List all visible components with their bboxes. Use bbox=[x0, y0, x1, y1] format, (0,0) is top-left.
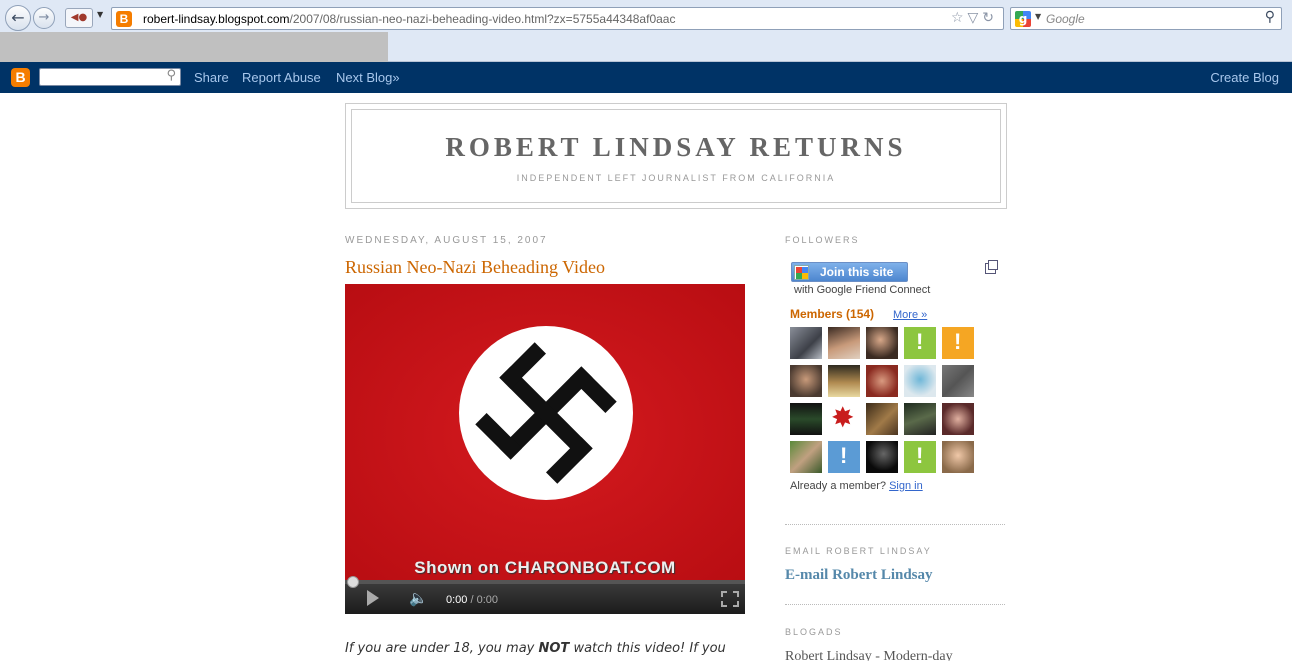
post-body: If you are under 18, you may NOT watch t… bbox=[345, 641, 726, 656]
friend-connect-icon bbox=[794, 265, 809, 280]
swastika-symbol bbox=[475, 342, 617, 484]
search-placeholder[interactable]: Google bbox=[1046, 12, 1085, 26]
blogads-heading: BLOGADS bbox=[785, 627, 843, 637]
browser-toolbar: ← → ◀● ▼ B robert-lindsay.blogspot.com/2… bbox=[0, 0, 1292, 62]
already-member-text: Already a member? Sign in bbox=[790, 480, 923, 492]
members-title: Members (154) bbox=[790, 307, 875, 321]
video-watermark: Shown on CHARONBOAT.COM bbox=[414, 558, 676, 577]
member-avatar[interactable] bbox=[904, 403, 936, 435]
sidebar-divider bbox=[785, 524, 1005, 525]
post-body-prefix: If you are under 18, you may bbox=[345, 641, 539, 656]
url-path: /2007/08/russian-neo-nazi-beheading-vide… bbox=[289, 12, 676, 26]
email-heading: EMAIL ROBERT LINDSAY bbox=[785, 546, 932, 556]
member-avatar[interactable] bbox=[866, 403, 898, 435]
member-avatar[interactable]: ✸ bbox=[828, 401, 860, 435]
back-button[interactable]: ← bbox=[5, 5, 31, 31]
already-member-label: Already a member? bbox=[790, 480, 886, 492]
time-current: 0:00 bbox=[446, 594, 468, 606]
search-icon[interactable]: ⚲ bbox=[166, 68, 176, 83]
friend-connect-subtitle: with Google Friend Connect bbox=[794, 284, 931, 296]
bookmark-reload-icons[interactable]: ☆▽↻ bbox=[951, 10, 998, 26]
post-body-suffix: watch this video! If you bbox=[569, 641, 726, 656]
member-avatar-placeholder[interactable]: ! bbox=[904, 327, 936, 359]
history-dropdown-icon[interactable]: ▼ bbox=[97, 10, 103, 19]
member-avatar[interactable] bbox=[828, 327, 860, 359]
blog-header-inner: ROBERT LINDSAY RETURNS INDEPENDENT LEFT … bbox=[351, 109, 1001, 203]
video-controls bbox=[345, 584, 745, 614]
sign-in-link[interactable]: Sign in bbox=[889, 480, 923, 492]
member-avatar[interactable] bbox=[790, 327, 822, 359]
member-avatar[interactable] bbox=[790, 441, 822, 473]
followers-heading: FOLLOWERS bbox=[785, 235, 860, 245]
video-player[interactable]: Shown on CHARONBOAT.COM 🔈 0:00 / 0:00 bbox=[345, 284, 745, 614]
blog-description: INDEPENDENT LEFT JOURNALIST FROM CALIFOR… bbox=[516, 173, 836, 183]
member-avatar[interactable] bbox=[942, 403, 974, 435]
post-body-bold: NOT bbox=[538, 641, 570, 656]
blog-header: ROBERT LINDSAY RETURNS INDEPENDENT LEFT … bbox=[345, 103, 1007, 209]
forward-button[interactable]: → bbox=[33, 7, 55, 29]
blogger-navbar: B ⚲ Share Report Abuse Next Blog» Create… bbox=[0, 62, 1292, 93]
blog-search-input[interactable]: ⚲ bbox=[39, 68, 181, 86]
seek-bar[interactable] bbox=[345, 580, 745, 584]
tab-icon[interactable]: ◀● bbox=[65, 8, 93, 28]
time-separator: / bbox=[467, 594, 477, 606]
search-bar[interactable]: g ▼ Google ⚲ bbox=[1010, 7, 1282, 30]
google-engine-icon[interactable]: g bbox=[1015, 11, 1031, 27]
url-host: robert-lindsay.blogspot.com bbox=[143, 12, 290, 26]
member-avatar[interactable] bbox=[942, 441, 974, 473]
join-site-label: Join this site bbox=[820, 265, 894, 279]
url-text[interactable]: robert-lindsay.blogspot.com/2007/08/russ… bbox=[143, 12, 675, 26]
more-members-link[interactable]: More » bbox=[893, 309, 927, 321]
create-blog-link[interactable]: Create Blog bbox=[1210, 70, 1279, 85]
member-avatar[interactable] bbox=[828, 365, 860, 397]
play-icon[interactable] bbox=[367, 590, 379, 606]
member-avatar-placeholder[interactable]: ! bbox=[828, 441, 860, 473]
report-abuse-link[interactable]: Report Abuse bbox=[242, 70, 321, 85]
member-avatar[interactable] bbox=[904, 365, 936, 397]
volume-icon[interactable]: 🔈 bbox=[409, 589, 428, 607]
share-link[interactable]: Share bbox=[194, 70, 229, 85]
time-total: 0:00 bbox=[476, 594, 499, 606]
video-time: 0:00 / 0:00 bbox=[446, 594, 498, 606]
blogger-logo-icon[interactable]: B bbox=[11, 68, 30, 87]
member-avatar[interactable] bbox=[942, 365, 974, 397]
blogads-text[interactable]: Robert Lindsay - Modern-day bbox=[785, 649, 953, 661]
join-site-button[interactable]: Join this site bbox=[791, 262, 908, 282]
sidebar-divider bbox=[785, 604, 1005, 605]
blog-title[interactable]: ROBERT LINDSAY RETURNS bbox=[352, 132, 1000, 163]
engine-dropdown-icon[interactable]: ▼ bbox=[1035, 12, 1041, 21]
fullscreen-icon[interactable] bbox=[721, 591, 739, 607]
seek-handle[interactable] bbox=[347, 576, 359, 588]
address-bar[interactable]: B robert-lindsay.blogspot.com/2007/08/ru… bbox=[111, 7, 1004, 30]
member-avatar-placeholder[interactable]: ! bbox=[904, 441, 936, 473]
blogger-favicon-icon: B bbox=[116, 11, 132, 27]
popout-icon[interactable] bbox=[985, 260, 998, 274]
email-link[interactable]: E-mail Robert Lindsay bbox=[785, 567, 933, 584]
member-avatar[interactable] bbox=[866, 365, 898, 397]
post-date: WEDNESDAY, AUGUST 15, 2007 bbox=[345, 235, 548, 246]
member-avatar[interactable] bbox=[866, 327, 898, 359]
member-avatar-placeholder[interactable]: ! bbox=[942, 327, 974, 359]
next-blog-link[interactable]: Next Blog» bbox=[336, 70, 400, 85]
member-avatar[interactable] bbox=[790, 365, 822, 397]
post-title[interactable]: Russian Neo-Nazi Beheading Video bbox=[345, 257, 605, 278]
search-icon[interactable]: ⚲ bbox=[1265, 9, 1275, 25]
member-avatar[interactable] bbox=[790, 403, 822, 435]
member-avatar[interactable] bbox=[866, 441, 898, 473]
bookmarks-bar-gray bbox=[0, 32, 388, 62]
